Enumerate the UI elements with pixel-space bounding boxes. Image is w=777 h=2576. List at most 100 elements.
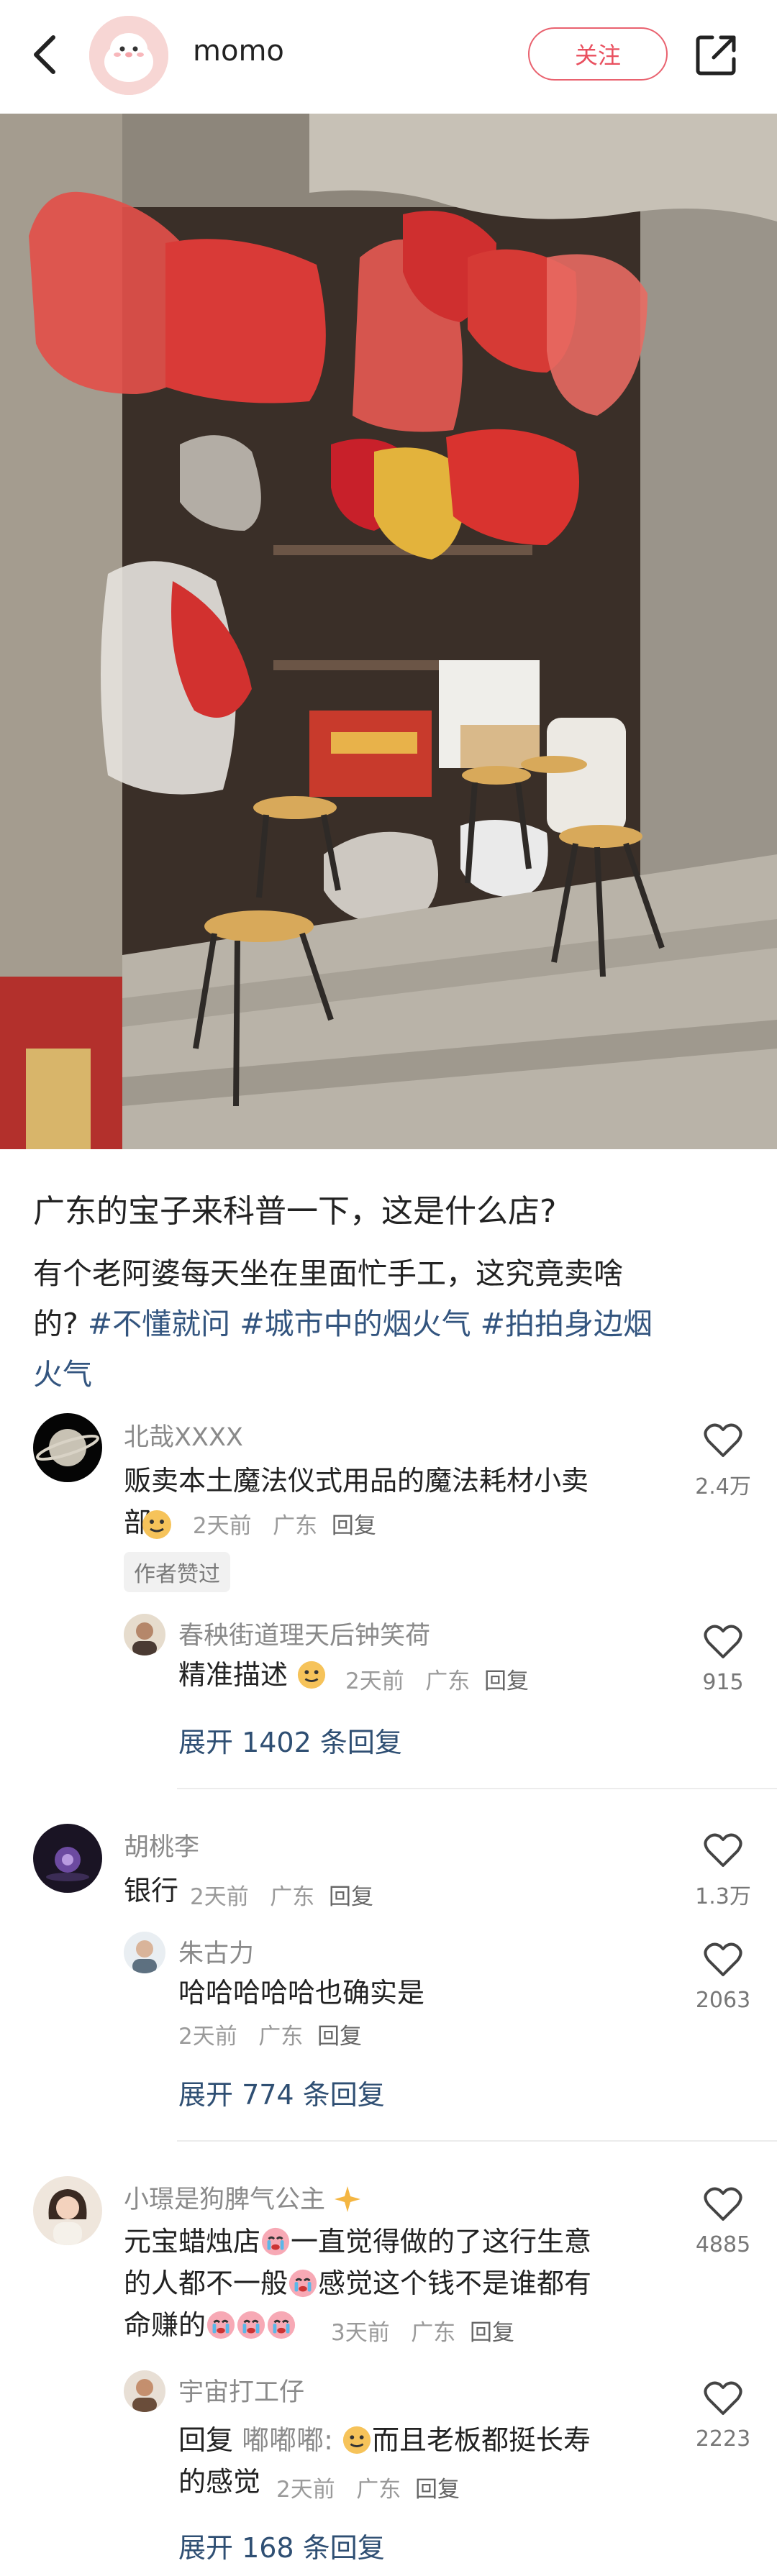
- commenter-avatar[interactable]: [33, 2176, 102, 2245]
- emoji-sticker-icon: [296, 1660, 327, 1690]
- hashtag[interactable]: #拍拍身边烟: [481, 1307, 653, 1341]
- heart-icon: [704, 1423, 742, 1457]
- like-count: 2063: [695, 1988, 751, 2013]
- person-avatar-icon: [124, 1932, 165, 1973]
- night-avatar-icon: [33, 1824, 102, 1893]
- comment-meta: 3天前 广东 回复: [331, 2314, 514, 2347]
- planet-avatar-icon: [33, 1413, 102, 1482]
- like-button[interactable]: 915: [687, 1624, 759, 1695]
- reply-text[interactable]: 哈哈哈哈哈也确实是: [178, 1972, 424, 2014]
- comment-divider: [177, 2140, 777, 2142]
- like-count: 1.3万: [695, 1884, 751, 1909]
- reply-author-avatar[interactable]: [124, 1614, 165, 1655]
- like-count: 4885: [695, 2232, 751, 2257]
- reply-meta: 2天前 广东 回复: [276, 2471, 460, 2503]
- reply-button[interactable]: 回复: [332, 1513, 376, 1539]
- comment-location: 广东: [273, 1513, 318, 1539]
- comment-text-line: 感觉这个钱不是谁都有: [318, 2267, 592, 2299]
- comment-meta: 2天前 广东 回复: [190, 1878, 373, 1911]
- post-body: 有个老阿婆每天坐在里面忙手工，这究竟卖啥 的? #不懂就问 #城市中的烟火气 #…: [33, 1248, 753, 1399]
- reply-time: 2天前: [345, 1668, 404, 1694]
- top-bar: momo 关注: [0, 0, 777, 114]
- hashtag[interactable]: #不懂就问: [88, 1307, 230, 1341]
- reply-author-avatar[interactable]: [124, 1932, 165, 1973]
- seal-cartoon-icon: [89, 16, 168, 95]
- follow-button[interactable]: 关注: [528, 27, 668, 81]
- like-count: 915: [702, 1670, 744, 1695]
- hashtag-continued[interactable]: 火气: [33, 1357, 92, 1392]
- post-body-line1: 有个老阿婆每天坐在里面忙手工，这究竟卖啥: [33, 1256, 623, 1291]
- reply-meta: 2天前 广东 回复: [178, 2018, 362, 2050]
- expand-replies-button[interactable]: 展开 774 条回复: [178, 2073, 385, 2112]
- author-avatar[interactable]: [89, 16, 168, 95]
- comment-time: 2天前: [190, 1884, 249, 1910]
- reply-mention[interactable]: 嘟嘟嘟:: [242, 2424, 333, 2456]
- reply-location: 广东: [425, 1668, 471, 1694]
- comment-location: 广东: [411, 2320, 456, 2346]
- heart-icon: [704, 2381, 742, 2415]
- like-button[interactable]: 2223: [687, 2380, 759, 2452]
- comment-author[interactable]: 北哉XXXX: [124, 1417, 243, 1453]
- crying-emoji-icon: [236, 2310, 266, 2340]
- heart-icon: [704, 1942, 742, 1976]
- crying-emoji-icon: [288, 2268, 318, 2298]
- emoji-sticker-icon: [342, 2425, 372, 2455]
- back-button[interactable]: [26, 29, 66, 81]
- share-button[interactable]: [691, 29, 742, 81]
- reply-button[interactable]: 回复: [484, 1668, 529, 1694]
- comment-text-body: 银行: [124, 1875, 179, 1906]
- reply-button[interactable]: 回复: [470, 2320, 514, 2346]
- commenter-avatar[interactable]: [33, 1413, 102, 1482]
- like-count: 2223: [695, 2426, 751, 2452]
- reply-text-line: 的感觉: [178, 2466, 261, 2498]
- comment-divider: [177, 1788, 777, 1789]
- reply-author-avatar[interactable]: [124, 2370, 165, 2412]
- comment-text[interactable]: 银行: [124, 1870, 178, 1912]
- like-button[interactable]: 4885: [687, 2186, 759, 2257]
- crying-emoji-icon: [260, 2226, 291, 2257]
- back-arrow-icon: [34, 35, 55, 74]
- like-button[interactable]: 2.4万: [687, 1422, 759, 1500]
- reply-author[interactable]: 宇宙打工仔: [178, 2372, 304, 2408]
- crying-emoji-icon: [266, 2310, 296, 2340]
- comment-meta: 2天前 广东 回复: [142, 1507, 376, 1540]
- post-body-line2: 的?: [33, 1307, 78, 1341]
- reply-author[interactable]: 春秧街道理天后钟笑荷: [178, 1615, 430, 1652]
- person-avatar-icon: [124, 1614, 165, 1655]
- reply-button[interactable]: 回复: [329, 1884, 373, 1910]
- person-avatar-icon: [124, 2370, 165, 2412]
- author-liked-badge: 作者赞过: [124, 1552, 230, 1592]
- comment-text-line: 贩卖本土魔法仪式用品的魔法耗材小卖: [124, 1465, 589, 1497]
- heart-icon: [704, 1625, 742, 1658]
- reply-time: 2天前: [178, 2024, 237, 2050]
- heart-icon: [704, 2187, 742, 2221]
- like-count: 2.4万: [695, 1474, 751, 1499]
- commenter-avatar[interactable]: [33, 1824, 102, 1893]
- reply-author[interactable]: 朱古力: [178, 1933, 254, 1970]
- author-name[interactable]: momo: [193, 35, 284, 68]
- reply-location: 广东: [258, 2024, 304, 2050]
- reply-button[interactable]: 回复: [415, 2477, 460, 2503]
- shop-photo-illustration: [0, 114, 777, 1149]
- reply-text-body: 精准描述: [178, 1659, 288, 1691]
- like-button[interactable]: 1.3万: [687, 1832, 759, 1910]
- reply-time: 2天前: [276, 2477, 335, 2503]
- comment-author[interactable]: 胡桃李: [124, 1827, 199, 1863]
- expand-replies-button[interactable]: 展开 168 条回复: [178, 2526, 385, 2565]
- hashtag[interactable]: #城市中的烟火气: [240, 1307, 471, 1341]
- like-button[interactable]: 2063: [687, 1942, 759, 2013]
- crying-emoji-icon: [206, 2310, 236, 2340]
- comment-time: 2天前: [192, 1513, 252, 1539]
- comment-text-line: 的人都不一般: [124, 2267, 288, 2299]
- reply-location: 广东: [356, 2477, 401, 2503]
- emoji-sticker-icon: [141, 1509, 173, 1540]
- reply-button[interactable]: 回复: [317, 2024, 362, 2050]
- post-photo[interactable]: [0, 114, 777, 1149]
- comment-author[interactable]: 小璟是狗脾气公主: [124, 2179, 362, 2216]
- expand-replies-button[interactable]: 展开 1402 条回复: [178, 1720, 402, 1760]
- heart-icon: [704, 1833, 742, 1867]
- reply-prefix: 回复: [178, 2424, 234, 2456]
- comment-time: 3天前: [331, 2320, 390, 2346]
- girl-avatar-icon: [33, 2176, 102, 2245]
- reply-text[interactable]: 精准描述: [178, 1654, 327, 1696]
